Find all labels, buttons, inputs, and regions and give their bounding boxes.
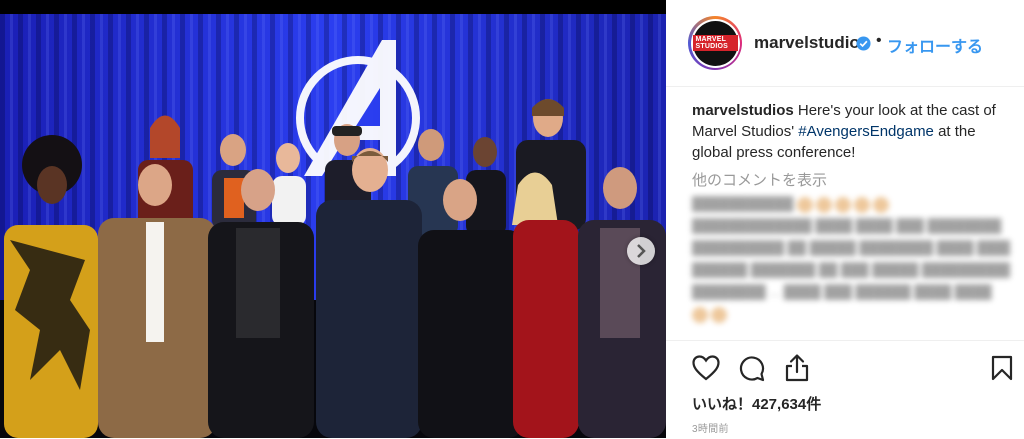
cast-photo-image: [0, 0, 666, 438]
bookmark-icon[interactable]: [991, 355, 1013, 381]
comment-icon[interactable]: [738, 355, 765, 382]
view-more-comments[interactable]: 他のコメントを表示: [692, 169, 827, 190]
share-icon[interactable]: [784, 353, 810, 382]
heart-icon[interactable]: [692, 355, 720, 381]
post-side-panel: MARVEL STUDIOS marvelstudios • フォローする ma…: [666, 0, 1024, 439]
post-header: MARVEL STUDIOS marvelstudios • フォローする: [666, 0, 1024, 87]
next-slide-button[interactable]: [627, 237, 655, 265]
post-caption: marvelstudios Here's your look at the ca…: [692, 100, 1012, 163]
like-count[interactable]: いいね！427,634件: [692, 393, 821, 414]
chevron-right-icon: [637, 244, 646, 258]
post-timestamp[interactable]: 3時間前: [692, 420, 729, 435]
username-link[interactable]: marvelstudios: [754, 33, 869, 53]
marvel-studios-logo: MARVEL STUDIOS: [692, 20, 738, 66]
marvel-logo-text: MARVEL STUDIOS: [692, 35, 738, 51]
verified-badge-icon: [856, 36, 871, 51]
hashtag-link[interactable]: #AvengersEndgame: [798, 123, 934, 140]
separator-dot: •: [876, 32, 882, 49]
post-actions: いいね！427,634件 3時間前: [666, 340, 1024, 439]
follow-button[interactable]: フォローする: [887, 33, 983, 57]
blurred-comments: ███████████ █████████████ ████ ████ ███ …: [692, 193, 1010, 343]
avatar[interactable]: MARVEL STUDIOS: [688, 16, 742, 70]
post-photo[interactable]: [0, 0, 666, 438]
caption-username[interactable]: marvelstudios: [692, 102, 794, 119]
